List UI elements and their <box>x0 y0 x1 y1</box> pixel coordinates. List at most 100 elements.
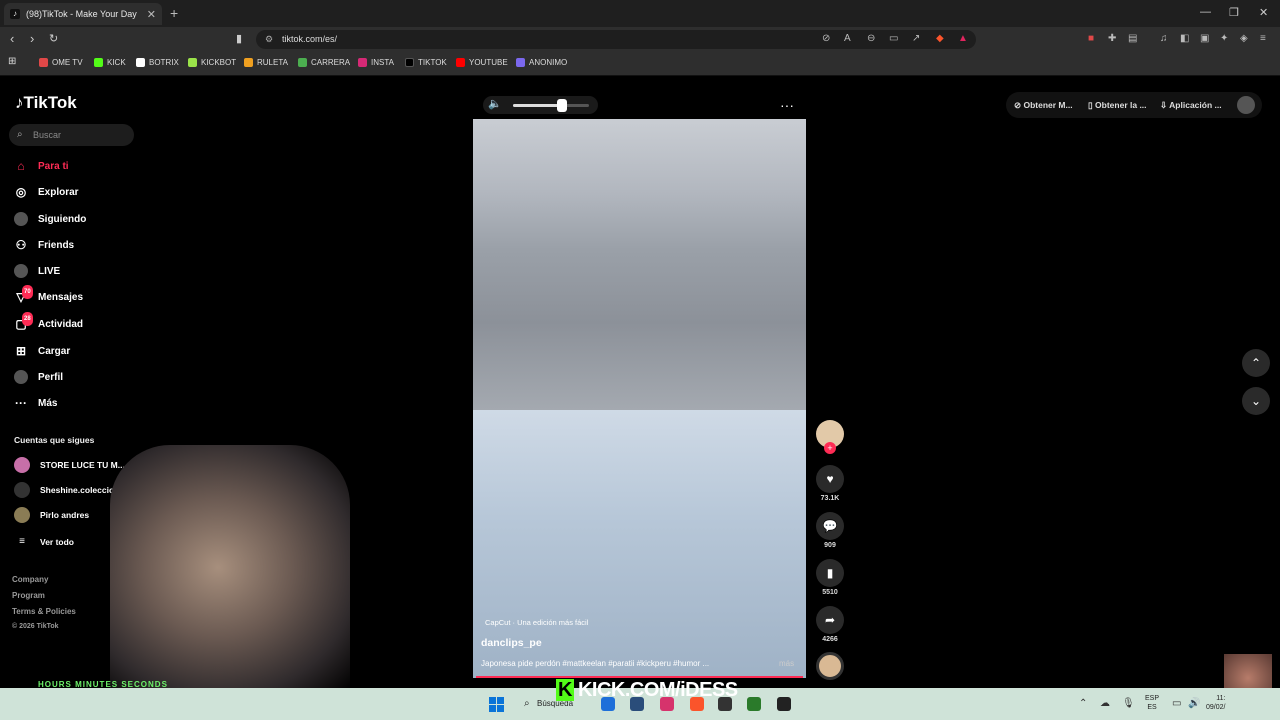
media-icon[interactable]: ♫ <box>1160 33 1168 44</box>
nav-live[interactable]: LIVE <box>14 262 60 280</box>
taskbar-app[interactable] <box>777 697 791 711</box>
back-icon[interactable]: ‹ <box>10 31 14 46</box>
taskbar-app[interactable] <box>747 697 761 711</box>
bookmark-item[interactable]: OME TV <box>39 58 83 67</box>
bookmarks-bar: ⊞ OME TV KICK BOTRIX KICKBOT RULETA CARR… <box>0 52 1280 76</box>
bookmark-item[interactable]: RULETA <box>244 58 288 67</box>
nav-mas[interactable]: ··· Más <box>14 394 57 412</box>
bookmark-item[interactable]: INSTA <box>358 58 394 67</box>
search-input[interactable]: ⌕ Buscar <box>9 124 134 146</box>
no-tracking-icon[interactable]: ⊘ <box>822 33 830 44</box>
nav-friends[interactable]: ⚇ Friends <box>14 236 75 254</box>
prev-video-button[interactable]: ⌃ <box>1242 349 1270 377</box>
user-avatar[interactable] <box>1237 96 1255 114</box>
get-coins-button[interactable]: ⊘ Obtener M... <box>1014 96 1073 114</box>
cloud-icon[interactable]: ☁ <box>1100 698 1110 709</box>
capcut-label[interactable]: CapCut · Una edición más fácil <box>485 618 588 627</box>
bookmark-item[interactable]: TIKTOK <box>405 58 447 67</box>
share-button[interactable]: ➦ 4266 <box>816 606 844 643</box>
windows-start-icon[interactable] <box>489 697 504 712</box>
comment-button[interactable]: 💬 909 <box>816 512 844 549</box>
bookmark-favicon <box>516 58 525 67</box>
extensions-icon[interactable]: ✚ <box>1108 33 1116 44</box>
desktop-app-button[interactable]: ⇩ Aplicación ... <box>1160 96 1222 114</box>
minimize-icon[interactable]: — <box>1200 6 1211 18</box>
footer-company[interactable]: Company <box>12 575 48 584</box>
volume-control[interactable]: 🔈 <box>483 96 598 114</box>
sidebar-icon[interactable]: ▤ <box>1128 33 1137 44</box>
phone-icon: ▯ <box>1088 100 1096 110</box>
forward-icon[interactable]: › <box>30 31 34 46</box>
following-title: Cuentas que sigues <box>14 435 95 445</box>
bookmark-icon[interactable]: ▮ <box>236 32 242 45</box>
see-all-link[interactable]: ≡ Ver todo <box>14 534 74 550</box>
close-tab-icon[interactable]: ✕ <box>147 8 156 21</box>
vpn-icon[interactable]: ◈ <box>1240 33 1248 44</box>
bookmark-item[interactable]: CARRERA <box>298 58 350 67</box>
brave-shield-icon[interactable]: ◆ <box>936 33 944 44</box>
network-icon[interactable]: ▭ <box>1172 698 1181 709</box>
speaker-icon[interactable]: 🔈 <box>488 97 502 110</box>
bookmark-item[interactable]: KICK <box>94 58 126 67</box>
restore-icon[interactable]: ❐ <box>1229 6 1239 19</box>
chevron-up-icon: ⌃ <box>1250 356 1262 370</box>
nav-explorar[interactable]: ◎ Explorar <box>14 183 79 201</box>
search-icon: ⌕ <box>17 129 23 140</box>
video-progress[interactable] <box>476 676 803 678</box>
wallet-icon[interactable]: ▣ <box>1200 33 1209 44</box>
browser-tab[interactable]: ♪ (98)TikTok - Make Your Day ✕ <box>4 3 162 25</box>
following-account[interactable]: Sheshine.coleccion <box>14 482 119 498</box>
tray-chevron-icon[interactable]: ⌃ <box>1079 698 1087 709</box>
nav-cargar[interactable]: ⊞ Cargar <box>14 342 70 360</box>
leo-icon[interactable]: ✦ <box>1220 33 1228 44</box>
video-more-icon[interactable]: ··· <box>780 97 794 113</box>
save-button[interactable]: ▮ 5510 <box>816 559 844 596</box>
following-account[interactable]: STORE LUCE TU M... <box>14 457 125 473</box>
brave-rewards-icon[interactable]: ▲ <box>958 33 968 44</box>
nav-siguiendo[interactable]: Siguiendo <box>14 210 86 228</box>
cast-icon[interactable]: ▭ <box>889 33 898 44</box>
follow-plus-icon[interactable]: + <box>824 442 836 454</box>
volume-slider[interactable] <box>513 99 589 112</box>
footer-terms[interactable]: Terms & Policies <box>12 607 76 616</box>
nav-perfil[interactable]: Perfil <box>14 368 63 386</box>
bookmark-item[interactable]: KICKBOT <box>188 58 236 67</box>
new-tab-icon[interactable]: + <box>170 5 178 21</box>
apps-icon[interactable]: ⊞ <box>8 56 16 67</box>
site-info-icon[interactable]: ⚙ <box>265 30 273 49</box>
like-button[interactable]: ♥ 73.1K <box>816 465 844 502</box>
close-window-icon[interactable]: ✕ <box>1259 6 1268 19</box>
volume-fill <box>513 104 563 107</box>
get-app-button[interactable]: ▯ Obtener la ... <box>1088 96 1147 114</box>
nav-para-ti[interactable]: ⌂ Para ti <box>14 157 68 175</box>
translate-icon[interactable]: A <box>844 33 851 44</box>
extension-icon[interactable]: ■ <box>1088 33 1094 44</box>
music-disc[interactable] <box>816 652 844 680</box>
next-video-button[interactable]: ⌄ <box>1242 387 1270 415</box>
volume-knob[interactable] <box>557 99 568 112</box>
nav-actividad[interactable]: ▢ 28 Actividad <box>14 312 83 333</box>
bookmark-item[interactable]: BOTRIX <box>136 58 179 67</box>
badge-mensajes: 70 <box>22 285 33 299</box>
video-author[interactable]: danclips_pe <box>481 637 542 649</box>
reload-icon[interactable]: ↻ <box>49 32 58 45</box>
nav-mensajes[interactable]: ▽ 70 Mensajes <box>14 285 83 306</box>
tiktok-logo[interactable]: ♪TikTok <box>15 93 77 113</box>
volume-icon[interactable]: 🔊 <box>1188 698 1200 709</box>
taskbar-clock[interactable]: 11: 09/02/ <box>1206 694 1225 712</box>
bookmark-item[interactable]: YOUTUBE <box>456 58 508 67</box>
video-player[interactable] <box>473 119 806 678</box>
share-icon[interactable]: ↗ <box>912 33 920 44</box>
mic-icon[interactable]: 🎙 <box>1122 698 1135 709</box>
more-description-link[interactable]: más <box>779 659 794 668</box>
following-account[interactable]: Pirlo andres <box>14 507 89 523</box>
home-icon: ⌂ <box>17 159 25 173</box>
language-indicator[interactable]: ESP ES <box>1145 694 1159 712</box>
list-icon: ≡ <box>19 536 25 547</box>
bookmark-favicon <box>456 58 465 67</box>
footer-program[interactable]: Program <box>12 591 45 600</box>
bookmark-item[interactable]: ANONIMO <box>516 58 567 67</box>
zoom-icon[interactable]: ⊖ <box>867 33 875 44</box>
panel-icon[interactable]: ◧ <box>1180 33 1189 44</box>
menu-icon[interactable]: ≡ <box>1260 33 1266 44</box>
